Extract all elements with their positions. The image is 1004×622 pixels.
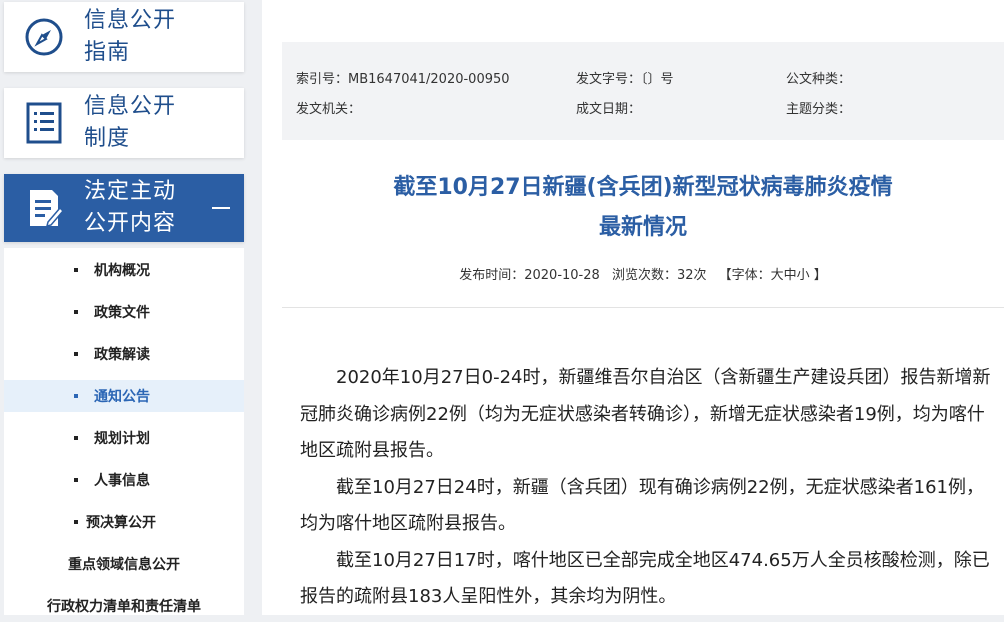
font-size-selector[interactable]: 【字体：大中小 】 — [719, 268, 827, 283]
meta-doc-type: 公文种类： — [786, 72, 852, 87]
meta-index-no: 索引号：MB1647041/2020-00950 — [296, 72, 510, 87]
sidebar-item-personnel[interactable]: 人事信息 — [4, 464, 244, 496]
card-label-line2: 制度 — [84, 126, 131, 151]
article-paragraph: 截至10月27日24时，新疆（含兵团）现有确诊病例22例，无症状感染者161例，… — [300, 476, 984, 535]
sidebar-item-policy-documents[interactable]: 政策文件 — [4, 296, 244, 328]
content-area: 索引号：MB1647041/2020-00950 发文字号：〔〕号 公文种类： … — [262, 0, 1004, 615]
article-paragraph: 2020年10月27日0-24时，新疆维吾尔自治区（含新疆生产建设兵团）报告新增… — [300, 367, 991, 461]
bullet-icon — [74, 478, 78, 482]
publish-info: 发布时间：2020-10-28 浏览次数：32次 【字体：大中小 】 — [282, 264, 1004, 283]
sidebar-item-policy-interpretation[interactable]: 政策解读 — [4, 338, 244, 370]
card-label-line2: 公开内容 — [84, 211, 177, 236]
sidebar-submenu: 机构概况 政策文件 政策解读 通知公告 规划计划 人事信息 预决算公开 重点领域… — [4, 248, 244, 615]
bullet-icon — [74, 268, 78, 272]
sidebar-item-key-areas[interactable]: 重点领域信息公开 — [4, 548, 244, 580]
sidebar-item-org-overview[interactable]: 机构概况 — [4, 254, 244, 286]
sidebar-card-disclosure-system[interactable]: 信息公开 制度 — [4, 88, 244, 158]
meta-date-written: 成文日期： — [576, 102, 642, 117]
sidebar-item-plans[interactable]: 规划计划 — [4, 422, 244, 454]
card-label-line1: 信息公开 — [84, 94, 177, 119]
meta-doc-no: 发文字号：〔〕号 — [576, 72, 674, 87]
card-label-line1: 法定主动 — [84, 179, 177, 204]
view-count: 浏览次数：32次 — [611, 268, 707, 283]
sidebar-item-label: 重点领域信息公开 — [68, 557, 180, 573]
meta-issuer: 发文机关： — [296, 102, 362, 117]
bullet-icon — [74, 352, 78, 356]
sidebar-card-statutory-content[interactable]: 法定主动 公开内容 — [4, 174, 244, 242]
sidebar-item-label: 预决算公开 — [86, 515, 156, 531]
article-paragraph: 截至10月27日17时，喀什地区已全部完成全地区474.65万人全员核酸检测，除… — [300, 549, 990, 608]
collapse-icon[interactable] — [212, 207, 230, 209]
article-title-line2: 最新情况 — [598, 215, 687, 240]
sidebar-item-label: 政策解读 — [94, 347, 150, 363]
sidebar-item-label: 通知公告 — [94, 389, 150, 405]
card-label-line2: 指南 — [84, 40, 131, 65]
document-meta: 索引号：MB1647041/2020-00950 发文字号：〔〕号 公文种类： … — [282, 42, 1004, 140]
sidebar-card-disclosure-guide[interactable]: 信息公开 指南 — [4, 2, 244, 72]
compass-icon — [4, 17, 84, 57]
edit-document-icon — [4, 186, 84, 230]
sidebar-item-label: 政策文件 — [94, 305, 150, 321]
card-label-line1: 信息公开 — [84, 8, 177, 33]
bullet-icon — [74, 436, 78, 440]
sidebar: 信息公开 指南 信息公开 制度 法定主动 公开内容 机构概况 政策文件 政策解读… — [0, 0, 248, 615]
sidebar-item-label: 机构概况 — [94, 263, 150, 279]
list-document-icon — [4, 101, 84, 145]
meta-topic: 主题分类： — [786, 102, 852, 117]
publish-date: 发布时间：2020-10-28 — [459, 268, 600, 283]
article-body: 2020年10月27日0-24时，新疆维吾尔自治区（含新疆生产建设兵团）报告新增… — [300, 360, 994, 616]
bullet-icon — [74, 520, 78, 524]
sidebar-item-notices[interactable]: 通知公告 — [4, 380, 244, 412]
article-title-line1: 截至10月27日新疆(含兵团)新型冠状病毒肺炎疫情 — [393, 175, 893, 200]
sidebar-item-label: 行政权力清单和责任清单 — [47, 599, 201, 615]
sidebar-item-label: 规划计划 — [94, 431, 150, 447]
sidebar-item-label: 人事信息 — [94, 473, 150, 489]
bullet-icon — [74, 394, 78, 398]
article-title: 截至10月27日新疆(含兵团)新型冠状病毒肺炎疫情 最新情况 — [282, 168, 1004, 248]
sidebar-item-budget[interactable]: 预决算公开 — [4, 506, 244, 538]
bullet-icon — [74, 310, 78, 314]
sidebar-item-power-list[interactable]: 行政权力清单和责任清单 — [4, 590, 244, 622]
divider — [282, 307, 1004, 308]
